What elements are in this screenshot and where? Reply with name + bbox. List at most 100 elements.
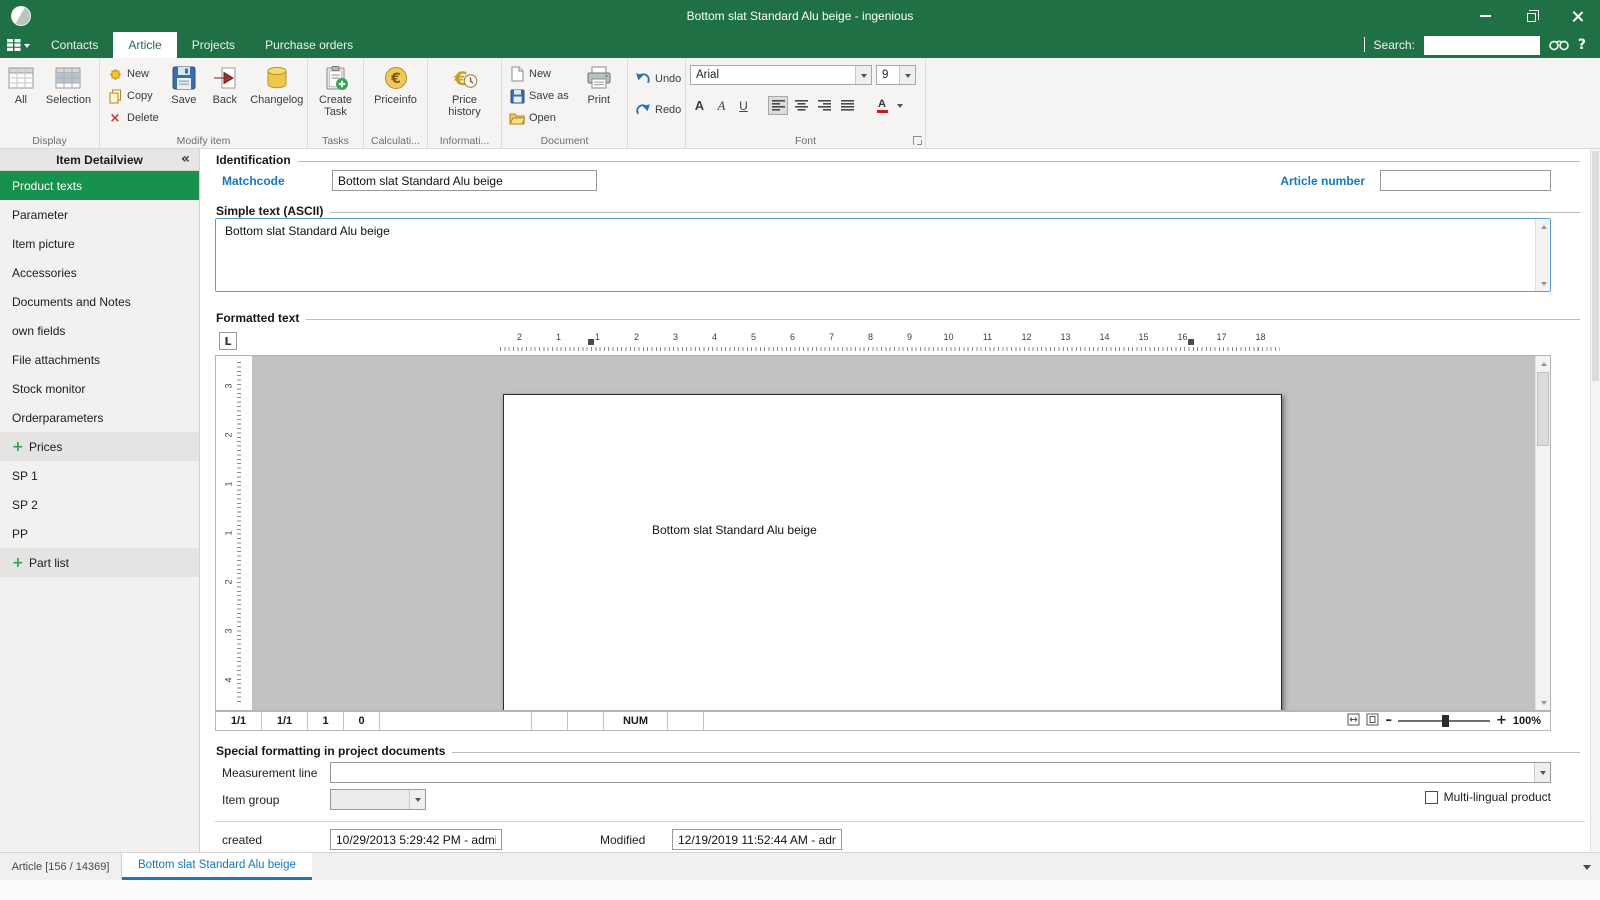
sidebar-item-own-fields[interactable]: own fields xyxy=(0,316,199,345)
scroll-up-icon[interactable] xyxy=(1536,219,1551,234)
bottom-tab-current-article[interactable]: Bottom slat Standard Alu beige xyxy=(122,853,312,880)
article-number-input[interactable] xyxy=(1380,170,1551,191)
display-all-button[interactable]: All xyxy=(6,61,36,106)
formatted-text-editor[interactable]: 3211234 Bottom slat Standard Alu beige xyxy=(215,355,1551,711)
document-open-button[interactable]: Open xyxy=(506,107,572,129)
align-center-button[interactable] xyxy=(791,96,811,115)
bold-button[interactable]: A xyxy=(690,96,709,115)
zoom-slider-thumb[interactable] xyxy=(1442,715,1449,727)
zoom-fit-page-button[interactable] xyxy=(1366,713,1379,729)
sidebar-item-file-attachments[interactable]: File attachments xyxy=(0,345,199,374)
sidebar-item-prices[interactable]: +Prices xyxy=(0,432,199,461)
page-text[interactable]: Bottom slat Standard Alu beige xyxy=(652,523,817,537)
delete-item-button[interactable]: × Delete xyxy=(104,107,162,129)
ribbon-group-calculation: € Priceinfo Calculati... xyxy=(364,58,428,148)
sidebar-item-sp-1[interactable]: SP 1 xyxy=(0,461,199,490)
italic-button[interactable]: A xyxy=(712,96,731,115)
margin-marker-icon[interactable] xyxy=(1188,339,1194,345)
sidebar-item-stock-monitor[interactable]: Stock monitor xyxy=(0,374,199,403)
zoom-in-button[interactable]: + xyxy=(1496,715,1507,727)
align-right-button[interactable] xyxy=(814,96,834,115)
create-task-button[interactable]: Create Task xyxy=(312,61,359,119)
sidebar-item-parameter[interactable]: Parameter xyxy=(0,200,199,229)
maximize-restore-button[interactable] xyxy=(1508,0,1554,32)
item-group-combo[interactable] xyxy=(330,789,426,810)
editor-scrollbar[interactable] xyxy=(1535,356,1550,710)
chevron-down-icon[interactable] xyxy=(409,790,425,809)
group-label-information: Informati... xyxy=(428,135,501,147)
created-input[interactable] xyxy=(330,829,502,850)
print-button[interactable]: Print xyxy=(578,61,620,106)
multilingual-checkbox[interactable] xyxy=(1425,791,1438,804)
zoom-fit-width-button[interactable] xyxy=(1347,713,1360,729)
dialog-launcher-icon[interactable] xyxy=(913,136,922,145)
scrollbar-thumb[interactable] xyxy=(1537,372,1549,446)
horizontal-ruler[interactable]: 21123456789101112131415161718 xyxy=(500,332,1280,351)
document-save-as-button[interactable]: Save as xyxy=(506,85,572,107)
sidebar-item-documents-and-notes[interactable]: Documents and Notes xyxy=(0,287,199,316)
tab-purchase-orders[interactable]: Purchase orders xyxy=(250,32,368,58)
sidebar-item-product-texts[interactable]: Product texts xyxy=(0,171,199,200)
chevron-down-icon[interactable] xyxy=(899,66,915,84)
simple-text-value[interactable]: Bottom slat Standard Alu beige xyxy=(216,219,1534,291)
tab-stop-selector-button[interactable]: L xyxy=(219,332,237,350)
back-button[interactable]: Back xyxy=(206,61,244,106)
align-left-button[interactable] xyxy=(768,96,788,115)
redo-button[interactable]: Redo xyxy=(632,99,684,121)
zoom-slider[interactable] xyxy=(1398,714,1490,728)
sidebar-item-accessories[interactable]: Accessories xyxy=(0,258,199,287)
save-button[interactable]: Save xyxy=(166,61,202,106)
app-menu-button[interactable] xyxy=(0,32,36,58)
editor-canvas[interactable]: Bottom slat Standard Alu beige xyxy=(252,356,1535,710)
document-new-button[interactable]: New xyxy=(506,63,572,85)
sidebar-item-pp[interactable]: PP xyxy=(0,519,199,548)
price-history-button[interactable]: € Price history xyxy=(436,61,494,119)
align-justify-button[interactable] xyxy=(837,96,857,115)
matchcode-input[interactable] xyxy=(332,170,597,191)
font-color-button[interactable]: A xyxy=(872,96,892,115)
tab-list-dropdown[interactable] xyxy=(1574,853,1600,880)
search-input[interactable] xyxy=(1424,36,1540,55)
font-size-combo[interactable]: 9 xyxy=(876,65,916,85)
sidebar-item-part-list[interactable]: +Part list xyxy=(0,548,199,577)
font-color-dropdown[interactable] xyxy=(895,96,905,115)
chevron-down-icon[interactable] xyxy=(1534,763,1550,782)
tab-projects[interactable]: Projects xyxy=(177,32,250,58)
undo-button[interactable]: Undo xyxy=(632,68,684,90)
measurement-line-input[interactable] xyxy=(331,763,1534,782)
simple-text-scrollbar[interactable] xyxy=(1535,219,1550,291)
priceinfo-button[interactable]: € Priceinfo xyxy=(368,61,423,106)
main-vertical-scrollbar[interactable] xyxy=(1590,149,1600,852)
collapse-sidebar-button[interactable]: « xyxy=(181,151,190,167)
collapse-ribbon-button[interactable] xyxy=(1364,38,1365,52)
bottom-tab-article-list[interactable]: Article [156 / 14369] xyxy=(0,853,122,880)
help-button[interactable]: ? xyxy=(1578,37,1586,53)
copy-item-button[interactable]: Copy xyxy=(104,85,162,107)
document-page[interactable]: Bottom slat Standard Alu beige xyxy=(503,394,1282,710)
new-item-button[interactable]: New xyxy=(104,63,162,85)
modified-input[interactable] xyxy=(672,829,842,850)
scrollbar-thumb[interactable] xyxy=(1592,151,1599,381)
advanced-search-button[interactable] xyxy=(1549,37,1569,54)
scroll-up-icon[interactable] xyxy=(1536,356,1551,371)
simple-text-area[interactable]: Bottom slat Standard Alu beige xyxy=(215,218,1551,292)
tab-contacts[interactable]: Contacts xyxy=(36,32,113,58)
changelog-button[interactable]: Changelog xyxy=(248,61,306,106)
vertical-ruler[interactable]: 3211234 xyxy=(229,362,241,704)
sidebar-item-orderparameters[interactable]: Orderparameters xyxy=(0,403,199,432)
scroll-down-icon[interactable] xyxy=(1536,695,1551,710)
zoom-out-button[interactable]: – xyxy=(1385,715,1392,727)
simple-text-heading: Simple text (ASCII) xyxy=(216,204,323,218)
minimize-button[interactable] xyxy=(1462,0,1508,32)
font-family-combo[interactable]: Arial xyxy=(690,65,872,85)
scroll-down-icon[interactable] xyxy=(1536,276,1551,291)
chevron-down-icon[interactable] xyxy=(855,66,871,84)
close-button[interactable] xyxy=(1554,0,1600,32)
indent-marker-icon[interactable] xyxy=(588,339,594,345)
tab-article[interactable]: Article xyxy=(113,32,176,58)
display-selection-button[interactable]: Selection xyxy=(44,61,93,106)
measurement-line-combo[interactable] xyxy=(330,762,1551,783)
sidebar-item-sp-2[interactable]: SP 2 xyxy=(0,490,199,519)
underline-button[interactable]: U xyxy=(734,96,753,115)
sidebar-item-item-picture[interactable]: Item picture xyxy=(0,229,199,258)
